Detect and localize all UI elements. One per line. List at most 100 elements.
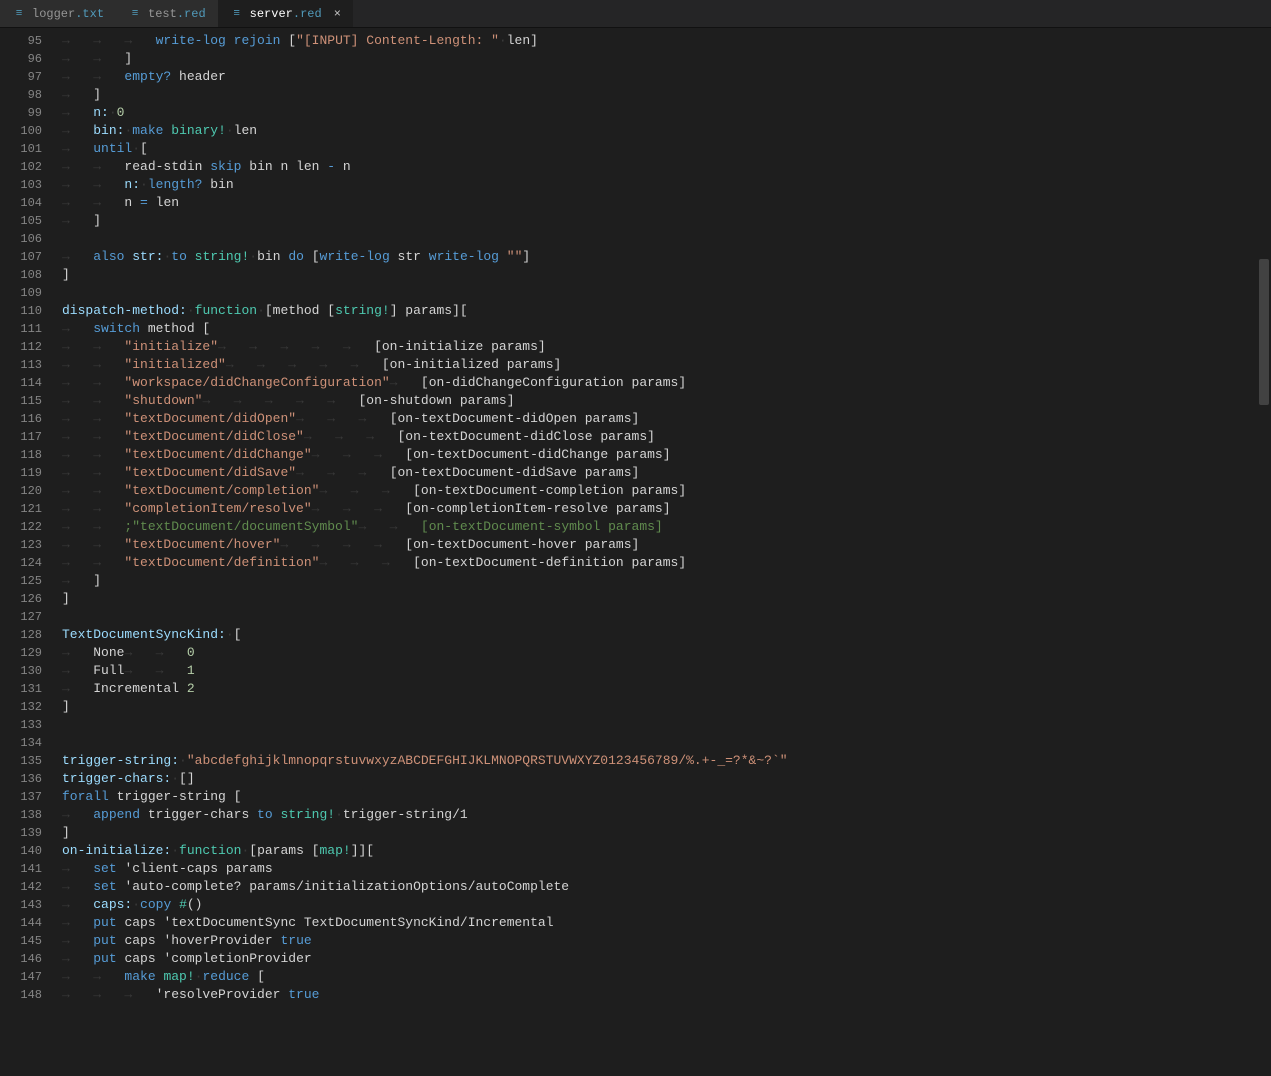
code-line[interactable]: → switch method [ — [54, 320, 1271, 338]
code-line[interactable]: → ] — [54, 572, 1271, 590]
line-number: 101 — [0, 140, 42, 158]
line-number: 100 — [0, 122, 42, 140]
line-number: 122 — [0, 518, 42, 536]
line-number: 114 — [0, 374, 42, 392]
code-line[interactable]: → → "shutdown"→ → → → → [on-shutdown par… — [54, 392, 1271, 410]
code-line[interactable]: → → ] — [54, 50, 1271, 68]
code-line[interactable]: → → "textDocument/definition"→ → → [on-t… — [54, 554, 1271, 572]
tab-server[interactable]: ≡ server.red × — [218, 0, 353, 27]
code-line[interactable]: → also str:·to string!·bin do [write-log… — [54, 248, 1271, 266]
code-line[interactable]: → → "initialized"→ → → → → [on-initializ… — [54, 356, 1271, 374]
line-number: 96 — [0, 50, 42, 68]
line-number: 139 — [0, 824, 42, 842]
code-line[interactable]: → set 'auto-complete? params/initializat… — [54, 878, 1271, 896]
code-line[interactable]: → → "initialize"→ → → → → [on-initialize… — [54, 338, 1271, 356]
line-number: 95 — [0, 32, 42, 50]
line-number: 148 — [0, 986, 42, 1004]
close-icon[interactable]: × — [334, 7, 341, 21]
code-line[interactable]: → ] — [54, 86, 1271, 104]
scrollbar-thumb[interactable] — [1259, 259, 1269, 406]
code-line[interactable] — [54, 716, 1271, 734]
line-number: 121 — [0, 500, 42, 518]
code-line[interactable]: → → ;"textDocument/documentSymbol"→ → [o… — [54, 518, 1271, 536]
code-area[interactable]: → → → write-log rejoin ["[INPUT] Content… — [54, 28, 1271, 1076]
code-line[interactable]: → set 'client-caps params — [54, 860, 1271, 878]
code-line[interactable]: → → → write-log rejoin ["[INPUT] Content… — [54, 32, 1271, 50]
line-number: 99 — [0, 104, 42, 122]
code-line[interactable]: → → → 'resolveProvider true — [54, 986, 1271, 1004]
line-number: 130 — [0, 662, 42, 680]
code-line[interactable] — [54, 284, 1271, 302]
line-number: 113 — [0, 356, 42, 374]
code-line[interactable]: dispatch-method:·function·[method [strin… — [54, 302, 1271, 320]
code-line[interactable]: ] — [54, 266, 1271, 284]
code-line[interactable]: → → "workspace/didChangeConfiguration"→ … — [54, 374, 1271, 392]
code-line[interactable]: ] — [54, 590, 1271, 608]
code-line[interactable]: on-initialize:·function·[params [map!]][ — [54, 842, 1271, 860]
line-number: 136 — [0, 770, 42, 788]
line-number: 134 — [0, 734, 42, 752]
code-line[interactable]: → → read-stdin skip bin n len - n — [54, 158, 1271, 176]
line-number-gutter: 9596979899100101102103104105106107108109… — [0, 28, 54, 1076]
line-number: 117 — [0, 428, 42, 446]
code-line[interactable]: ] — [54, 824, 1271, 842]
code-line[interactable]: forall trigger-string [ — [54, 788, 1271, 806]
editor: 9596979899100101102103104105106107108109… — [0, 28, 1271, 1076]
line-number: 102 — [0, 158, 42, 176]
code-line[interactable]: → → n:·length? bin — [54, 176, 1271, 194]
code-line[interactable]: → → "textDocument/didSave"→ → → [on-text… — [54, 464, 1271, 482]
tab-test[interactable]: ≡ test.red — [116, 0, 218, 27]
code-line[interactable]: → → "textDocument/didClose"→ → → [on-tex… — [54, 428, 1271, 446]
line-number: 137 — [0, 788, 42, 806]
line-number: 115 — [0, 392, 42, 410]
code-line[interactable]: → → "textDocument/didChange"→ → → [on-te… — [54, 446, 1271, 464]
line-number: 142 — [0, 878, 42, 896]
tab-label: test.red — [148, 7, 206, 21]
code-line[interactable]: TextDocumentSyncKind:·[ — [54, 626, 1271, 644]
tab-bar: ≡ logger.txt ≡ test.red ≡ server.red × — [0, 0, 1271, 28]
code-line[interactable] — [54, 230, 1271, 248]
code-line[interactable]: → → "textDocument/hover"→ → → → [on-text… — [54, 536, 1271, 554]
code-line[interactable]: → put caps 'hoverProvider true — [54, 932, 1271, 950]
code-line[interactable]: → → make map!·reduce [ — [54, 968, 1271, 986]
line-number: 135 — [0, 752, 42, 770]
code-line[interactable]: → caps:·copy #() — [54, 896, 1271, 914]
tab-logger[interactable]: ≡ logger.txt — [0, 0, 116, 27]
file-icon: ≡ — [230, 7, 244, 21]
code-line[interactable]: → until·[ — [54, 140, 1271, 158]
code-line[interactable] — [54, 608, 1271, 626]
code-line[interactable]: → Incremental 2 — [54, 680, 1271, 698]
code-line[interactable]: → put caps 'textDocumentSync TextDocumen… — [54, 914, 1271, 932]
line-number: 103 — [0, 176, 42, 194]
line-number: 123 — [0, 536, 42, 554]
code-line[interactable]: → None→ → 0 — [54, 644, 1271, 662]
code-line[interactable]: → n:·0 — [54, 104, 1271, 122]
line-number: 124 — [0, 554, 42, 572]
code-line[interactable]: → ] — [54, 212, 1271, 230]
code-line[interactable]: → → empty? header — [54, 68, 1271, 86]
line-number: 111 — [0, 320, 42, 338]
code-line[interactable]: → bin:·make binary!·len — [54, 122, 1271, 140]
line-number: 119 — [0, 464, 42, 482]
code-line[interactable]: → → "textDocument/completion"→ → → [on-t… — [54, 482, 1271, 500]
code-line[interactable] — [54, 734, 1271, 752]
code-line[interactable]: → append trigger-chars to string!·trigge… — [54, 806, 1271, 824]
line-number: 140 — [0, 842, 42, 860]
code-line[interactable]: trigger-chars:·[] — [54, 770, 1271, 788]
line-number: 129 — [0, 644, 42, 662]
code-line[interactable]: → → n = len — [54, 194, 1271, 212]
line-number: 143 — [0, 896, 42, 914]
line-number: 144 — [0, 914, 42, 932]
line-number: 112 — [0, 338, 42, 356]
line-number: 131 — [0, 680, 42, 698]
code-line[interactable]: → put caps 'completionProvider — [54, 950, 1271, 968]
code-line[interactable]: trigger-string:·"abcdefghijklmnopqrstuvw… — [54, 752, 1271, 770]
code-line[interactable]: ] — [54, 698, 1271, 716]
line-number: 98 — [0, 86, 42, 104]
vertical-scrollbar[interactable] — [1257, 28, 1271, 1076]
line-number: 120 — [0, 482, 42, 500]
line-number: 126 — [0, 590, 42, 608]
code-line[interactable]: → → "completionItem/resolve"→ → → [on-co… — [54, 500, 1271, 518]
code-line[interactable]: → Full→ → 1 — [54, 662, 1271, 680]
code-line[interactable]: → → "textDocument/didOpen"→ → → [on-text… — [54, 410, 1271, 428]
